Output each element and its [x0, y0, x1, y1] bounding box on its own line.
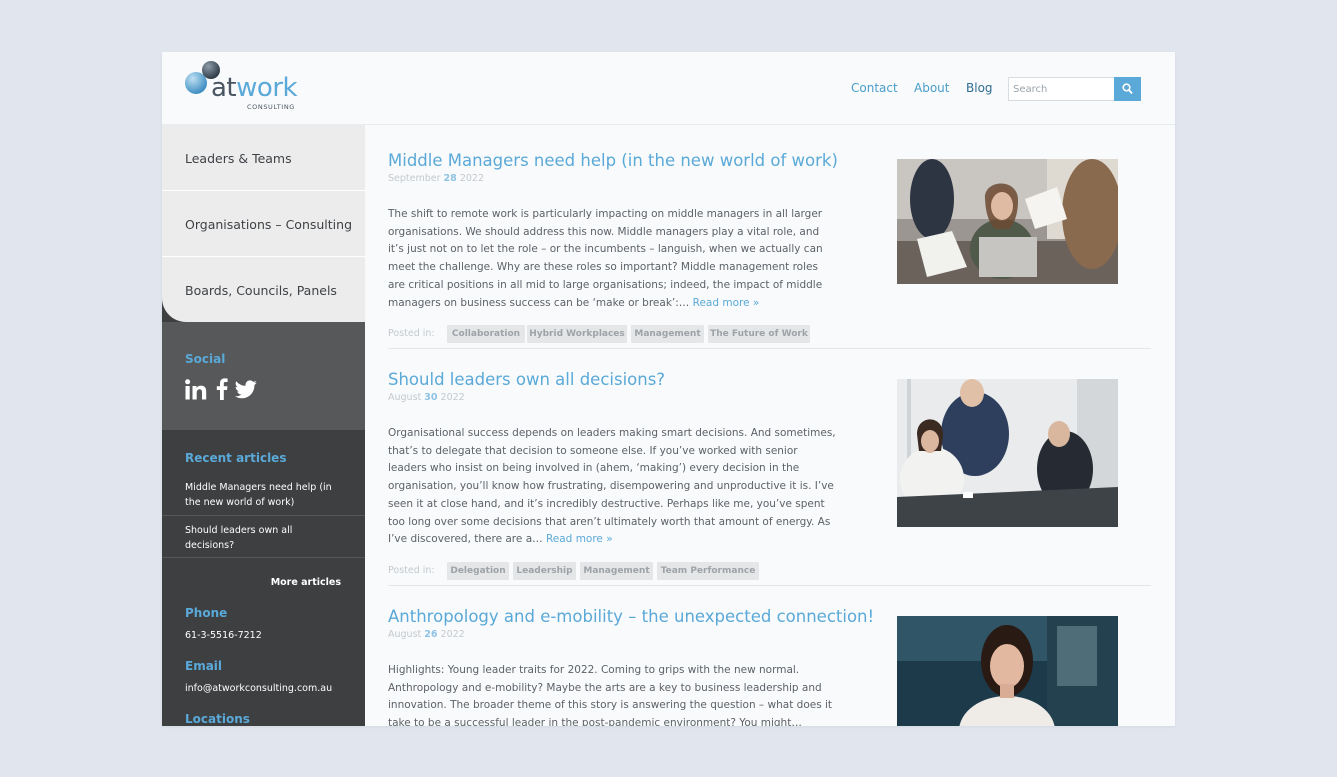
post-excerpt: Organisational success depends on leader… [388, 427, 836, 546]
recent-article-link[interactable]: Middle Managers need help (in the new wo… [162, 473, 365, 516]
post-thumbnail[interactable] [897, 616, 1118, 726]
post-date: August 26 2022 [388, 629, 465, 640]
atwork-logo[interactable]: atwork CONSULTING [184, 59, 298, 111]
sidebar-menu: Leaders & Teams Organisations – Consulti… [162, 125, 365, 322]
twitter-icon[interactable] [235, 380, 257, 399]
read-more-link[interactable]: Read more » [693, 297, 760, 309]
tag-link[interactable]: Collaboration [447, 325, 525, 343]
recent-article-title: Middle Managers need help (in the new wo… [185, 482, 332, 508]
read-more-link[interactable]: Read more » [546, 533, 613, 545]
locations-heading: Locations [185, 712, 250, 726]
phone-heading: Phone [185, 606, 228, 620]
recent-article-link[interactable]: Should leaders own all decisions? [162, 516, 365, 558]
email-address[interactable]: info@atworkconsulting.com.au [185, 683, 332, 694]
tag-link[interactable]: Management [631, 325, 704, 343]
search-button[interactable] [1114, 77, 1141, 101]
facebook-icon[interactable] [216, 378, 228, 400]
blog-post: Should leaders own all decisions? August… [388, 370, 1151, 585]
tag-link[interactable]: Hybrid Workplaces [527, 325, 627, 343]
post-tags: Posted in: Collaboration Hybrid Workplac… [388, 325, 828, 343]
site-header: atwork CONSULTING Contact About Blog Sea… [162, 52, 1175, 125]
tag-link[interactable]: Leadership [513, 562, 576, 580]
post-tags: Posted in: Delegation Leadership Managem… [388, 562, 768, 580]
sidebar-item-boards-councils-panels[interactable]: Boards, Councils, Panels [162, 257, 365, 323]
logo-wordmark: atwork [211, 73, 298, 103]
sidebar-item-organisations-consulting[interactable]: Organisations – Consulting [162, 191, 365, 257]
post-divider [388, 585, 1151, 586]
tag-link[interactable]: Management [580, 562, 653, 580]
nav-contact[interactable]: Contact [851, 81, 898, 95]
recent-article-title: Should leaders own all decisions? [185, 525, 293, 551]
post-excerpt: The shift to remote work is particularly… [388, 208, 823, 309]
recent-articles: Recent articles Middle Managers need hel… [162, 430, 365, 562]
post-divider [388, 348, 1151, 349]
sidebar-item-label: Boards, Councils, Panels [185, 283, 337, 298]
social-section: Social [162, 322, 365, 430]
tag-link[interactable]: The Future of Work [708, 325, 810, 343]
sidebar-item-label: Leaders & Teams [185, 151, 292, 166]
search-input[interactable]: Search [1008, 77, 1115, 101]
more-articles-link[interactable]: More articles [271, 577, 341, 588]
logo-tagline: CONSULTING [247, 103, 295, 111]
post-date: August 30 2022 [388, 392, 465, 403]
blog-post: Anthropology and e-mobility – the unexpe… [388, 607, 1151, 726]
email-heading: Email [185, 659, 223, 673]
sidebar-item-label: Organisations – Consulting [185, 217, 353, 232]
post-excerpt: Highlights: Young leader traits for 2022… [388, 664, 833, 726]
nav-about[interactable]: About [914, 81, 949, 95]
sidebar-item-leaders-teams[interactable]: Leaders & Teams [162, 125, 365, 191]
page-frame: atwork CONSULTING Contact About Blog Sea… [162, 52, 1175, 726]
post-date: September 28 2022 [388, 173, 484, 184]
post-thumbnail[interactable] [897, 159, 1118, 284]
social-heading: Social [185, 352, 226, 366]
recent-articles-heading: Recent articles [185, 451, 287, 465]
phone-number[interactable]: 61-3-5516-7212 [185, 630, 262, 641]
post-title[interactable]: Middle Managers need help (in the new wo… [388, 151, 838, 170]
tag-link[interactable]: Team Performance [657, 562, 759, 580]
posted-in-label: Posted in: [388, 328, 435, 339]
search-icon [1122, 83, 1133, 95]
post-title[interactable]: Anthropology and e-mobility – the unexpe… [388, 607, 874, 626]
sidebar: Leaders & Teams Organisations – Consulti… [162, 125, 365, 726]
nav-blog[interactable]: Blog [966, 81, 993, 95]
post-title[interactable]: Should leaders own all decisions? [388, 370, 665, 389]
post-thumbnail[interactable] [897, 379, 1118, 527]
linkedin-icon[interactable] [185, 379, 207, 400]
blog-post: Middle Managers need help (in the new wo… [388, 151, 1151, 349]
tag-link[interactable]: Delegation [447, 562, 509, 580]
blog-list: Middle Managers need help (in the new wo… [365, 125, 1175, 726]
posted-in-label: Posted in: [388, 565, 435, 576]
